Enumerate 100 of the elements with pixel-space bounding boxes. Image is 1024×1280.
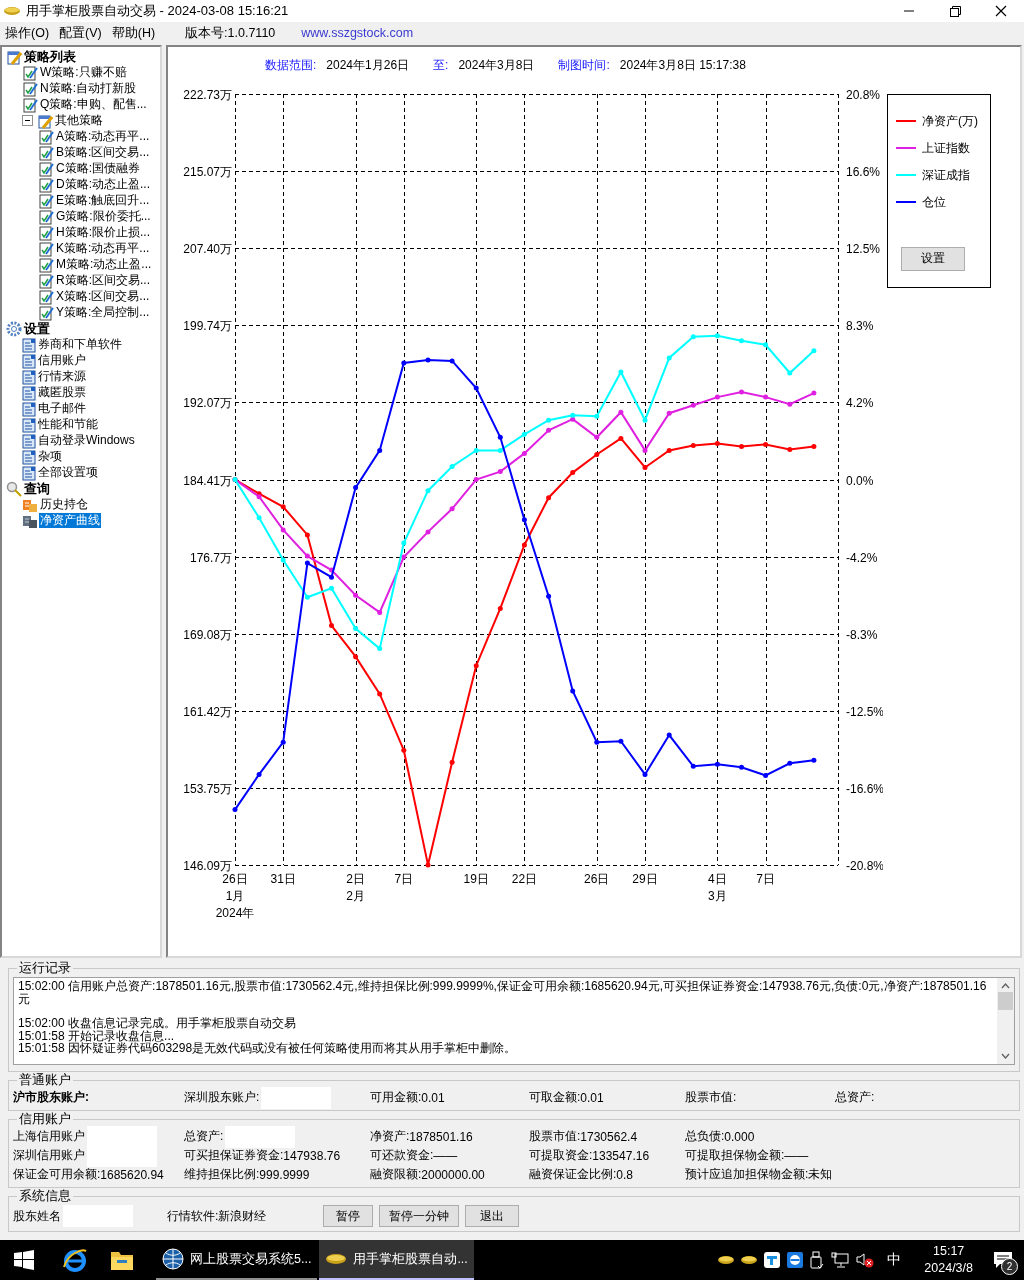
- remote-control-icon[interactable]: [787, 1252, 804, 1268]
- browser-e-icon[interactable]: [62, 1247, 88, 1273]
- group-title: 系统信息: [18, 1188, 72, 1206]
- windows-start-icon[interactable]: [14, 1250, 34, 1270]
- menu-item[interactable]: 操作(O): [5, 25, 50, 42]
- field-value: 未知: [808, 1166, 833, 1184]
- tree-item[interactable]: 其他策略: [54, 113, 104, 129]
- notepad-icon: [38, 160, 54, 177]
- document-icon: [22, 400, 36, 417]
- data-point: [401, 360, 407, 366]
- tree-item[interactable]: 性能和节能: [37, 417, 99, 433]
- app-icon[interactable]: [718, 1255, 735, 1265]
- website-link[interactable]: www.sszgstock.com: [301, 26, 414, 41]
- notepad-icon: [38, 128, 54, 145]
- data-point: [763, 342, 769, 348]
- action-button[interactable]: 暂停: [323, 1205, 373, 1228]
- y-axis-label: -20.8%: [846, 858, 883, 873]
- notification-button[interactable]: 2: [990, 1247, 1016, 1273]
- menu-item[interactable]: 帮助(H): [111, 25, 156, 42]
- y-axis-label: -8.3%: [846, 627, 878, 642]
- x-axis-label: 7日: [394, 871, 414, 886]
- y-axis-label: 12.5%: [846, 241, 881, 256]
- tree-item[interactable]: B策略:区间交易...: [55, 145, 151, 161]
- field-label: 融资限额:: [370, 1166, 422, 1184]
- tree-item[interactable]: N策略:自动打新股: [39, 81, 137, 97]
- field-value: ——: [784, 1148, 809, 1163]
- settings-button[interactable]: 设置: [901, 246, 965, 271]
- tree-item[interactable]: 藏匿股票: [37, 385, 87, 401]
- log-line: 15:01:58 开始记录收盘信息...: [18, 1029, 176, 1043]
- tree-item[interactable]: 全部设置项: [37, 465, 99, 481]
- folder-icon[interactable]: [110, 1249, 134, 1271]
- tray-app-icon[interactable]: [764, 1252, 781, 1268]
- collapse-toggle[interactable]: [22, 115, 33, 127]
- data-point: [642, 447, 648, 453]
- range-label: 数据范围:: [265, 57, 317, 75]
- tree-item[interactable]: Y策略:全局控制...: [55, 305, 151, 321]
- notebook-icon: [37, 112, 53, 129]
- range-label: 至:: [433, 57, 449, 75]
- tree-item[interactable]: 行情来源: [37, 369, 87, 385]
- tree-item[interactable]: 电子邮件: [37, 401, 87, 417]
- notepad-icon: [38, 144, 54, 161]
- tree-item[interactable]: K策略:动态再平...: [55, 241, 151, 257]
- field-label: 预计应追加担保物金额:: [685, 1166, 809, 1184]
- y-axis-label: 192.07万: [183, 395, 232, 410]
- field-value: 999.9999: [259, 1167, 310, 1182]
- tree-item[interactable]: Q策略:申购、配售...: [39, 97, 148, 113]
- menu-item[interactable]: 配置(V): [59, 25, 102, 42]
- data-point: [787, 760, 793, 766]
- tree-item[interactable]: W策略:只赚不赔: [39, 65, 128, 81]
- usb-drive-icon[interactable]: [810, 1251, 825, 1269]
- data-point: [546, 427, 552, 433]
- tree-item[interactable]: E策略:触底回升...: [55, 193, 151, 209]
- data-point: [497, 434, 503, 440]
- clock[interactable]: 15:17 2024/3/8: [924, 1243, 973, 1277]
- gear-icon: [6, 320, 22, 337]
- data-point: [425, 862, 431, 868]
- app-icon[interactable]: [741, 1255, 758, 1265]
- taskbar-button[interactable]: 用手掌柜股票自动...: [319, 1240, 474, 1280]
- data-point: [377, 691, 383, 697]
- data-point: [811, 757, 817, 763]
- document-icon: [22, 368, 36, 385]
- tree-item[interactable]: C策略:国债融券: [55, 161, 141, 177]
- notepad-icon: [22, 64, 38, 81]
- tree-item[interactable]: 杂项: [37, 449, 63, 465]
- tree-item[interactable]: D策略:动态止盈...: [55, 177, 151, 193]
- speaker-muted-icon[interactable]: [856, 1252, 875, 1268]
- tree-item[interactable]: G策略:限价委托...: [55, 209, 152, 225]
- tree-item[interactable]: 信用账户: [37, 353, 87, 369]
- action-button[interactable]: 退出: [465, 1205, 519, 1228]
- field-label: 可买担保证券资金:: [184, 1147, 284, 1165]
- network-icon[interactable]: [831, 1252, 850, 1268]
- tree-item[interactable]: 设置: [23, 321, 51, 337]
- y-axis-label: 16.6%: [846, 164, 881, 179]
- scrollbar[interactable]: [997, 978, 1014, 1065]
- field-label: 总资产:: [835, 1089, 875, 1107]
- tree-item[interactable]: 历史持仓: [39, 497, 89, 513]
- data-point: [304, 594, 310, 600]
- tree-item[interactable]: 策略列表: [23, 49, 77, 65]
- tree-item[interactable]: H策略:限价止损...: [55, 225, 151, 241]
- taskbar-button[interactable]: 网上股票交易系统5...: [156, 1240, 318, 1280]
- field-label: 总负债:: [685, 1128, 725, 1146]
- x-axis-label: 26日 1月 2024年: [215, 871, 255, 920]
- tree-item[interactable]: X策略:区间交易...: [55, 289, 151, 305]
- tree-item[interactable]: 券商和下单软件: [37, 337, 123, 353]
- tree-item[interactable]: M策略:动态止盈...: [55, 257, 153, 273]
- tree-item[interactable]: 查询: [23, 481, 51, 497]
- tree-item[interactable]: 自动登录Windows: [37, 433, 136, 449]
- x-axis-label: 29日: [632, 871, 658, 886]
- data-point: [329, 622, 334, 628]
- tree-item[interactable]: R策略:区间交易...: [55, 273, 151, 289]
- tree-item[interactable]: 净资产曲线: [39, 513, 101, 529]
- x-axis-label: 19日: [463, 871, 489, 886]
- range-value: 2024年3月8日 15:17:38: [619, 57, 746, 75]
- scroll-thumb[interactable]: [998, 992, 1013, 1011]
- action-button[interactable]: 暂停一分钟: [379, 1205, 459, 1228]
- tree-item[interactable]: A策略:动态再平...: [55, 129, 151, 145]
- data-point: [521, 542, 527, 548]
- data-point: [666, 732, 672, 738]
- input-method-indicator[interactable]: 中: [887, 1251, 902, 1269]
- data-point: [570, 470, 576, 476]
